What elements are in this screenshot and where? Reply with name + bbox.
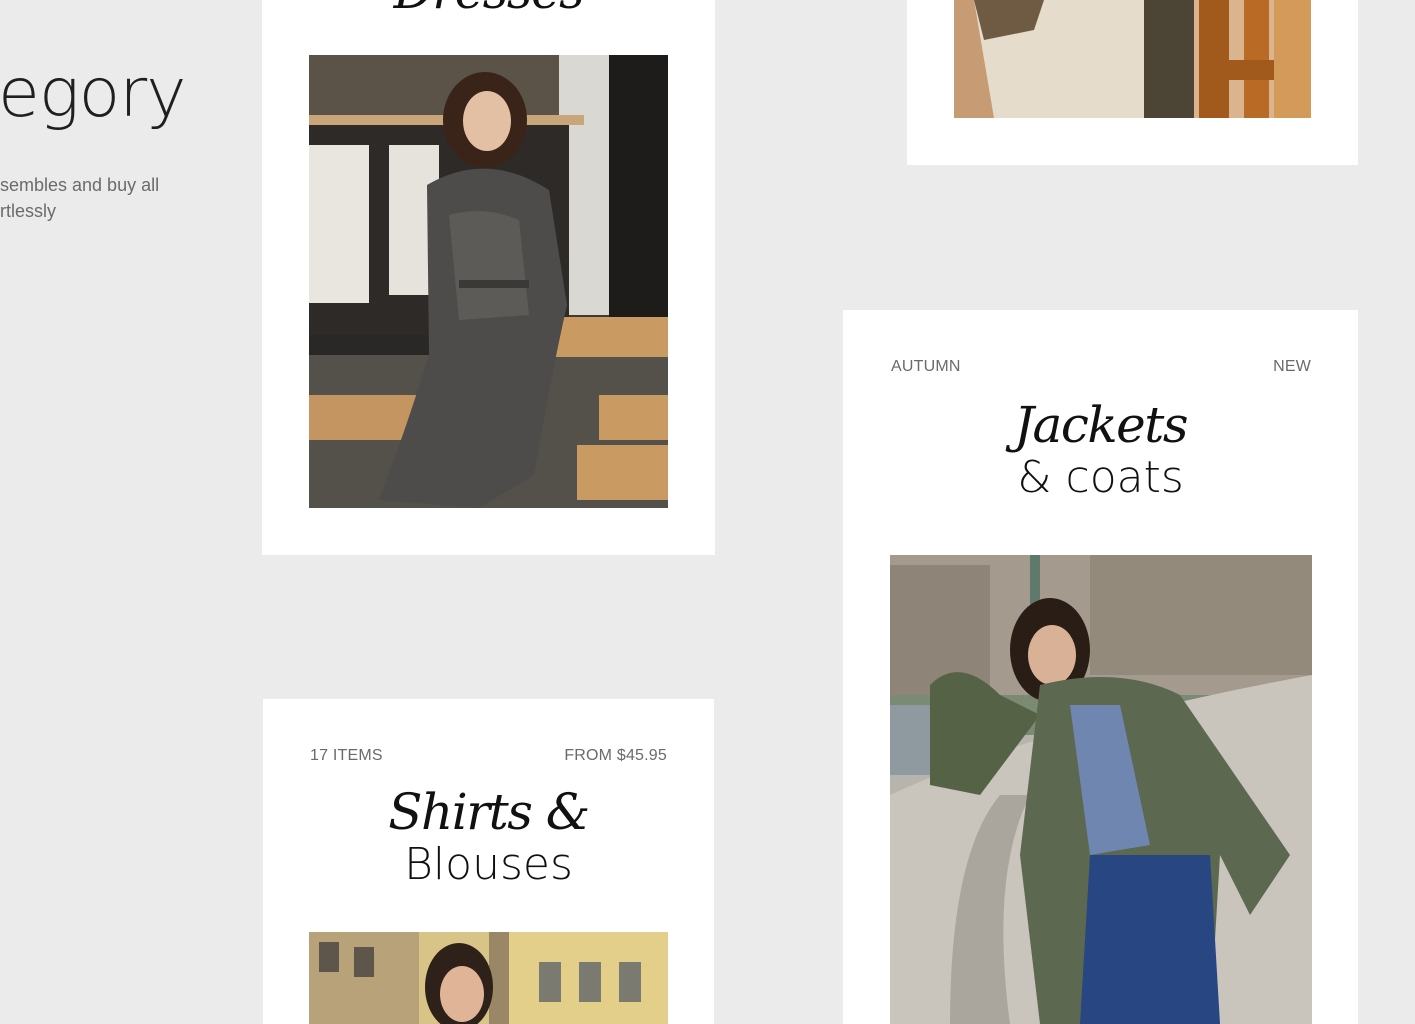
category-photo[interactable] bbox=[309, 932, 668, 1024]
card-title-sans: Blouses bbox=[404, 839, 573, 890]
category-card-top-right[interactable] bbox=[907, 0, 1358, 165]
card-meta-row: AUTUMN NEW bbox=[891, 358, 1311, 376]
card-title-sans: & coats bbox=[1017, 452, 1184, 503]
price-from: FROM $45.95 bbox=[564, 747, 667, 764]
category-photo[interactable] bbox=[309, 55, 668, 508]
category-card-shirts[interactable]: 17 ITEMS FROM $45.95 Shirts & Blouses bbox=[263, 699, 714, 1024]
items-count: 17 ITEMS bbox=[310, 747, 383, 764]
page-description: sembles and buy all rtlessly bbox=[0, 175, 160, 221]
dresses-photo-illustration bbox=[309, 55, 668, 508]
card-title-serif: Jackets bbox=[1014, 396, 1189, 454]
jackets-photo-illustration bbox=[890, 555, 1312, 1024]
shirts-photo-illustration bbox=[309, 932, 668, 1024]
category-photo[interactable] bbox=[954, 0, 1311, 118]
card-title: Shirts & Blouses bbox=[263, 787, 714, 887]
card-title-serif: Dresses bbox=[262, 0, 715, 16]
category-card-dresses[interactable]: Dresses bbox=[262, 0, 715, 555]
season-label: AUTUMN bbox=[891, 358, 961, 375]
category-card-jackets[interactable]: AUTUMN NEW Jackets & coats bbox=[843, 310, 1358, 1024]
card-title-serif: Shirts & bbox=[388, 783, 590, 841]
new-badge: NEW bbox=[1273, 358, 1311, 375]
card-title: Jackets & coats bbox=[843, 400, 1358, 500]
page-title: egory bbox=[0, 54, 186, 133]
card-title: Dresses bbox=[262, 0, 715, 16]
category-photo[interactable] bbox=[890, 555, 1312, 1024]
top-right-photo-illustration bbox=[954, 0, 1311, 118]
card-meta-row: 17 ITEMS FROM $45.95 bbox=[310, 747, 667, 765]
